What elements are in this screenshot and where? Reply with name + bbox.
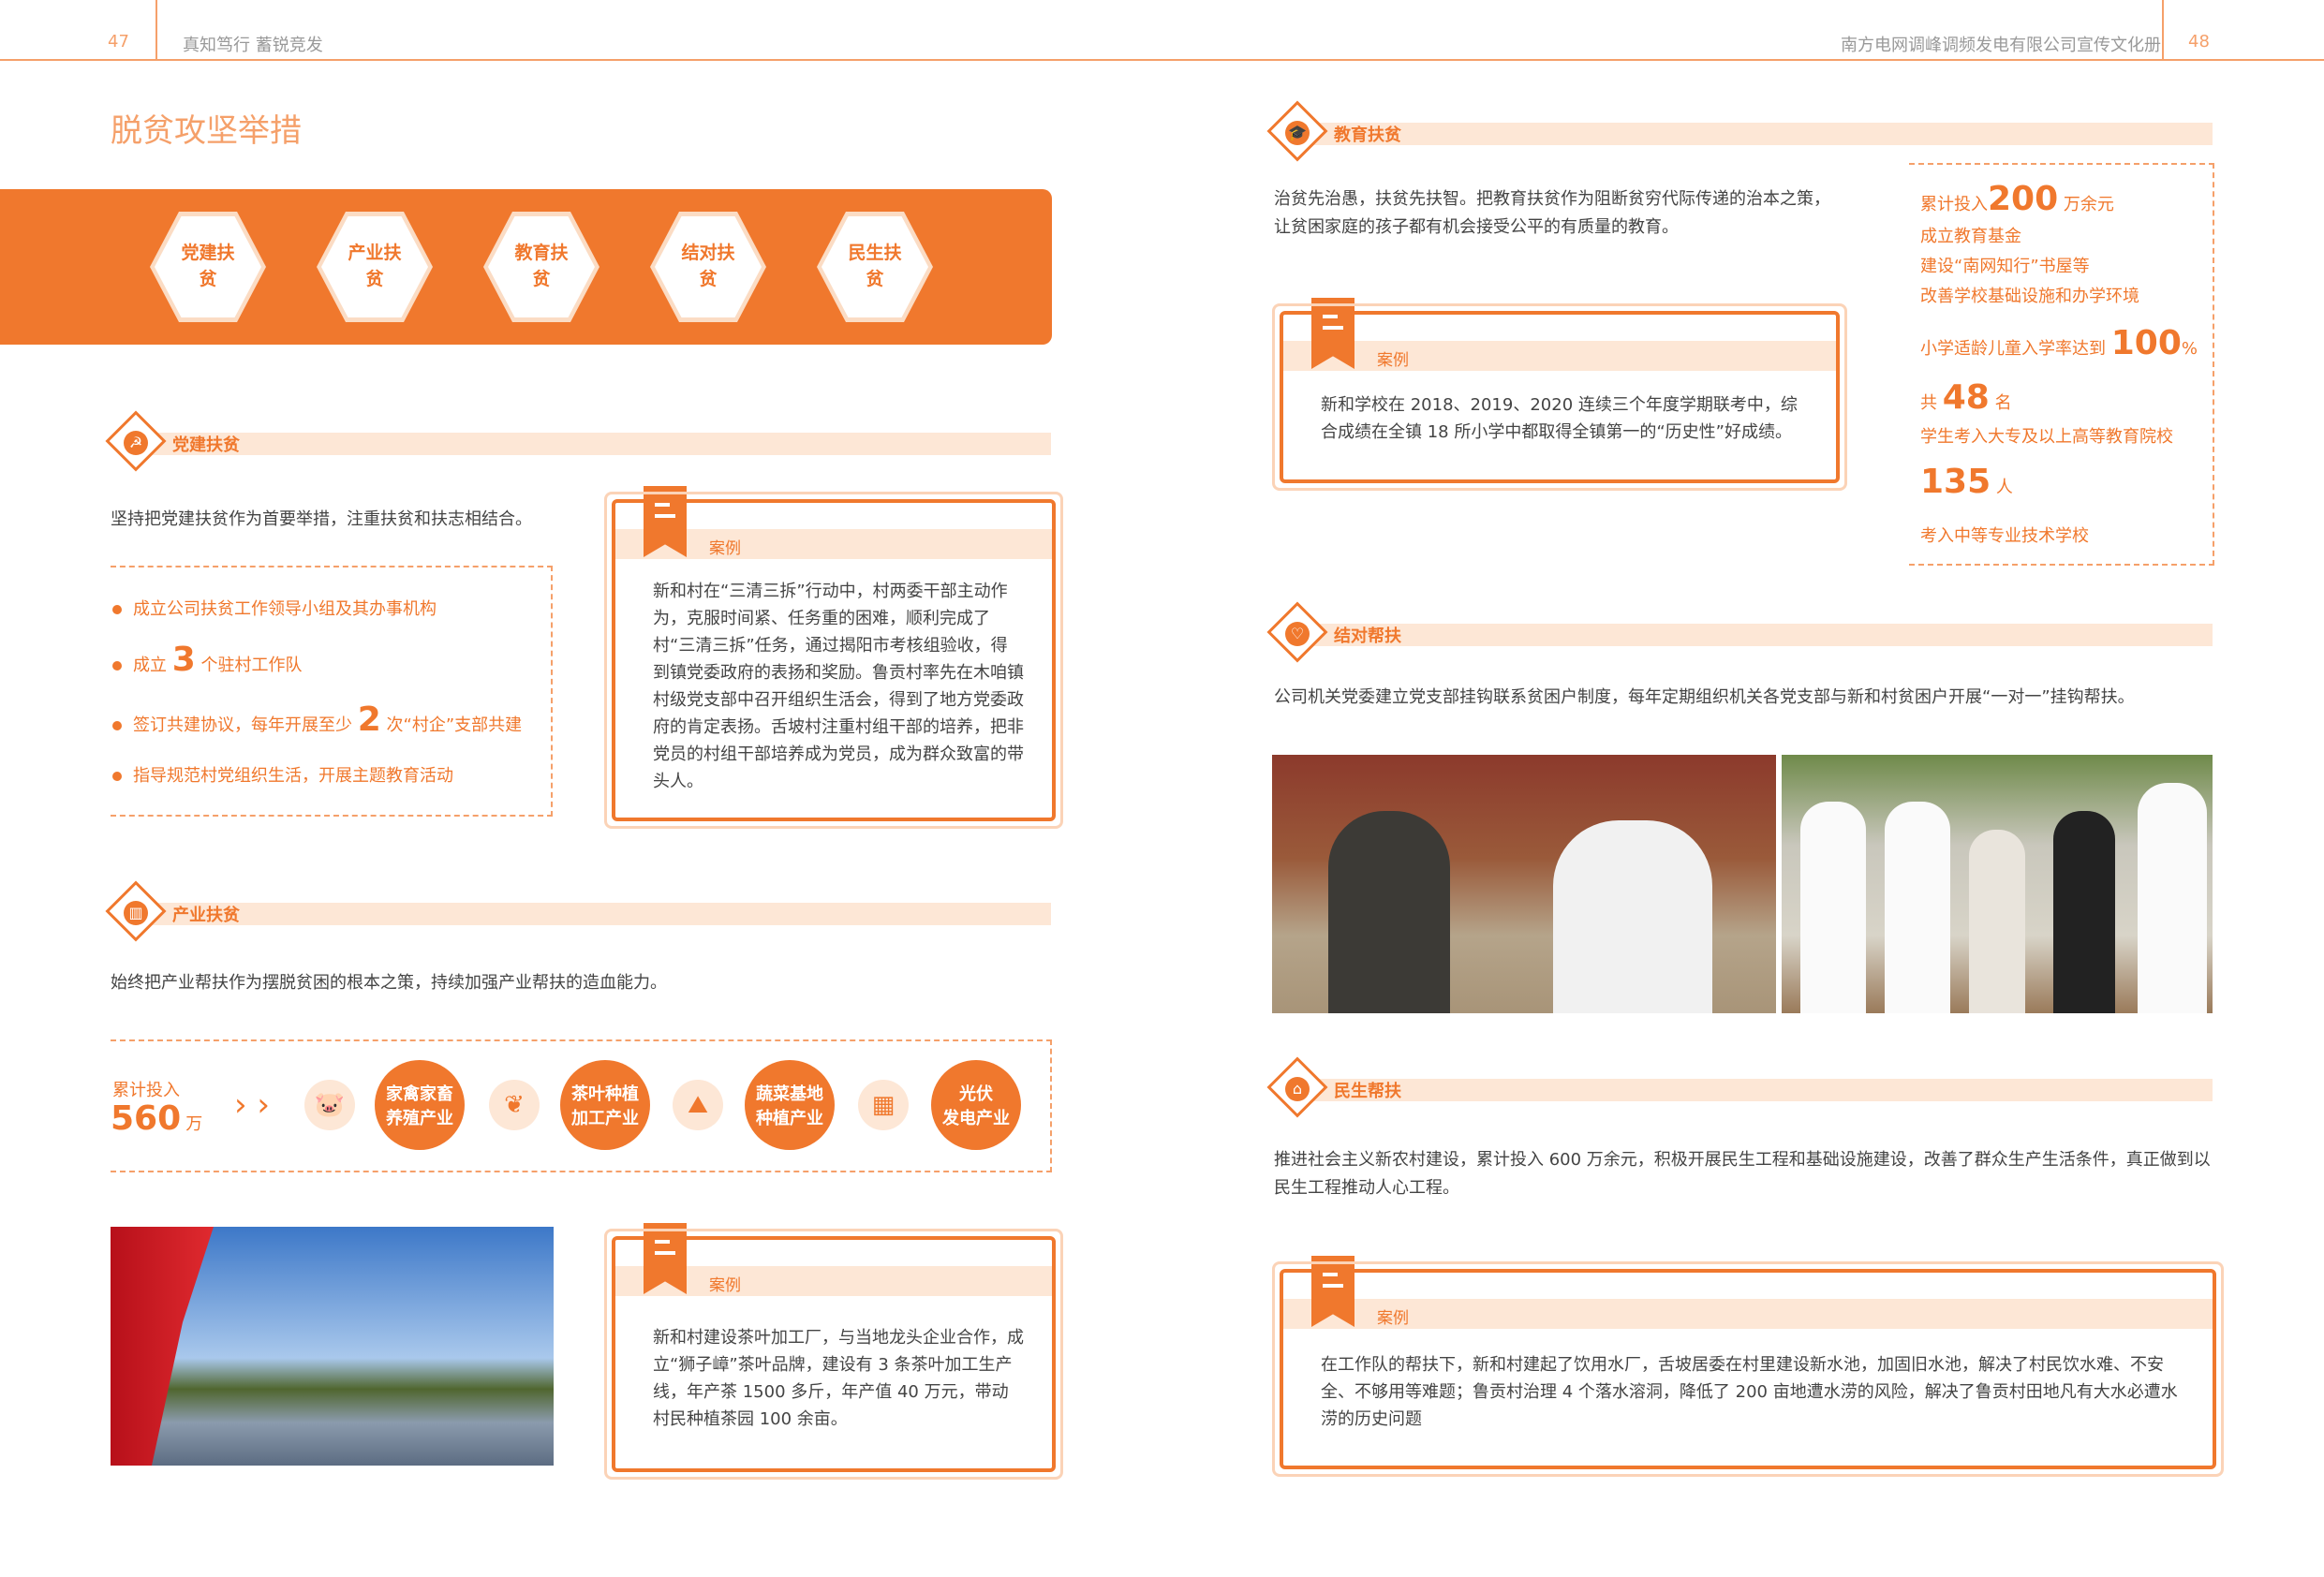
case-box-party: 案例 新和村在“三清三拆”行动中，村两委干部主动作为，克服时间紧、任务重的困难，…: [604, 486, 1063, 829]
section-title: 民生帮扶: [1334, 1082, 1401, 1101]
section-education: 🎓 教育扶贫: [1266, 100, 2213, 162]
measure-hex: 结对扶贫: [650, 212, 766, 322]
header-left-title: 真知笃行 蓄锐竞发: [183, 36, 323, 55]
industry-circle: 蔬菜基地 种植产业: [745, 1060, 835, 1150]
section-livelihood: ⌂ 民生帮扶: [1266, 1056, 2213, 1118]
case-text: 新和村建设茶叶加工厂，与当地龙头企业合作，成立“狮子嶂”茶叶品牌，建设有 3 条…: [653, 1328, 1024, 1429]
red-flag: [111, 1227, 214, 1466]
party-item: 成立公司扶贫工作领导小组及其办事机构: [112, 596, 437, 620]
hammer-sickle-icon: ☭: [124, 431, 148, 455]
industry-circle: 茶叶种植 加工产业: [560, 1060, 650, 1150]
section-party: ☭ 党建扶贫: [105, 410, 1051, 472]
case-label: 案例: [1377, 351, 1409, 370]
case-text: 新和学校在 2018、2019、2020 连续三个年度学期联考中，综合成绩在全镇…: [1321, 395, 1798, 442]
case-label: 案例: [1377, 1309, 1409, 1328]
measure-label: 结对扶贫: [681, 243, 735, 289]
visit-photo-1: [1272, 755, 1776, 1013]
section-industry: ▥ 产业扶贫: [105, 880, 1051, 942]
section-title: 教育扶贫: [1334, 125, 1401, 145]
header-rule: [0, 59, 2324, 61]
person-figure: [1800, 802, 1866, 1013]
party-item: 成立 3 个驻村工作队: [112, 641, 303, 679]
measure-label: 产业扶贫: [348, 243, 402, 289]
invest-value: 560 万: [111, 1099, 203, 1138]
header-right-title: 南方电网调峰调频发电有限公司宣传文化册: [1841, 36, 2161, 55]
header-divider: [2162, 0, 2164, 59]
party-intro: 坚持把党建扶贫作为首要举措，注重扶贫和扶志相结合。: [111, 509, 532, 529]
party-item: 指导规范村党组织生活，开展主题教育活动: [112, 762, 453, 787]
section-title: 产业扶贫: [172, 906, 240, 925]
case-label: 案例: [709, 539, 741, 558]
measure-label: 民生扶贫: [848, 243, 902, 289]
education-intro: 治贫先治愚，扶贫先扶智。把教育扶贫作为阻断贫穷代际传递的治本之策，让贫困家庭的孩…: [1274, 189, 1830, 237]
section-pairing: ♡ 结对帮扶: [1266, 601, 2213, 663]
stat-vocational: 135 人: [1920, 463, 2013, 501]
stat-line: 成立教育基金: [1920, 227, 2021, 246]
page-number-right: 48: [2188, 32, 2210, 52]
solar-panel-icon: ▦: [858, 1080, 909, 1130]
header-divider: [155, 0, 157, 59]
handshake-icon: ♡: [1285, 622, 1310, 646]
stat-invest: 累计投入200 万余元: [1920, 180, 2114, 218]
industry-circle: 光伏 发电产业: [931, 1060, 1021, 1150]
stat-enroll: 小学适龄儿童入学率达到 100%: [1920, 324, 2198, 362]
industry-intro: 始终把产业帮扶作为摆脱贫困的根本之策，持续加强产业帮扶的造血能力。: [111, 973, 667, 993]
stat-college: 共 48 名: [1920, 378, 2012, 417]
stat-line: 改善学校基础设施和办学环境: [1920, 287, 2139, 306]
page-number-left: 47: [108, 32, 129, 52]
person-figure: [2138, 783, 2207, 1013]
house-icon: ⌂: [1285, 1077, 1310, 1101]
graduation-cap-icon: 🎓: [1285, 121, 1310, 145]
pairing-intro: 公司机关党委建立党支部挂钩联系贫困户制度，每年定期组织机关各党支部与新和村贫困户…: [1274, 687, 2135, 707]
elder-figure: [1328, 811, 1450, 1013]
stat-line: 建设“南网知行”书屋等: [1920, 257, 2090, 276]
field-icon: ⛰: [673, 1080, 723, 1130]
page-title: 脱贫攻坚举措: [111, 112, 302, 150]
person-figure: [1885, 802, 1950, 1013]
case-text: 在工作队的帮扶下，新和村建起了饮用水厂，舌坡居委在村里建设新水池，加固旧水池，解…: [1321, 1355, 2178, 1429]
stat-line: 考入中等专业技术学校: [1920, 526, 2089, 546]
invest-label: 累计投入: [112, 1081, 180, 1100]
measure-hex: 党建扶贫: [150, 212, 266, 322]
industry-circle: 家禽家畜 养殖产业: [375, 1060, 465, 1150]
leaf-icon: ❦: [489, 1080, 540, 1130]
measures-banner: 党建扶贫 产业扶贫 教育扶贫 结对扶贫 民生扶贫: [0, 189, 1052, 345]
measure-hex: 教育扶贫: [483, 212, 600, 322]
pig-icon: 🐷: [304, 1080, 355, 1130]
solar-farm-photo: [111, 1227, 554, 1466]
section-title: 党建扶贫: [172, 435, 240, 455]
measure-label: 教育扶贫: [514, 243, 569, 289]
person-figure: [1969, 830, 2025, 1013]
party-item: 签订共建协议，每年开展至少 2 次“村企”支部共建: [112, 700, 522, 739]
chart-icon: ▥: [124, 901, 148, 925]
person-figure: [2053, 811, 2115, 1013]
official-figure: [1553, 820, 1712, 1013]
measure-label: 党建扶贫: [181, 243, 235, 289]
stat-line: 学生考入大专及以上高等教育院校: [1920, 427, 2173, 447]
case-text: 新和村在“三清三拆”行动中，村两委干部主动作为，克服时间紧、任务重的困难，顺利完…: [653, 582, 1024, 791]
visit-photo-2: [1782, 755, 2213, 1013]
section-title: 结对帮扶: [1334, 626, 1401, 646]
arrow-icon: › ›: [234, 1086, 271, 1124]
measure-hex: 产业扶贫: [317, 212, 433, 322]
livelihood-intro: 推进社会主义新农村建设，累计投入 600 万余元，积极开展民生工程和基础设施建设…: [1274, 1150, 2211, 1198]
case-box-education: 案例 新和学校在 2018、2019、2020 连续三个年度学期联考中，综合成绩…: [1272, 298, 1847, 491]
measure-hex: 民生扶贫: [817, 212, 933, 322]
case-box-industry: 案例 新和村建设茶叶加工厂，与当地龙头企业合作，成立“狮子嶂”茶叶品牌，建设有 …: [604, 1223, 1063, 1480]
case-box-livelihood: 案例 在工作队的帮扶下，新和村建起了饮用水厂，舌坡居委在村里建设新水池，加固旧水…: [1272, 1256, 2224, 1477]
case-label: 案例: [709, 1276, 741, 1295]
